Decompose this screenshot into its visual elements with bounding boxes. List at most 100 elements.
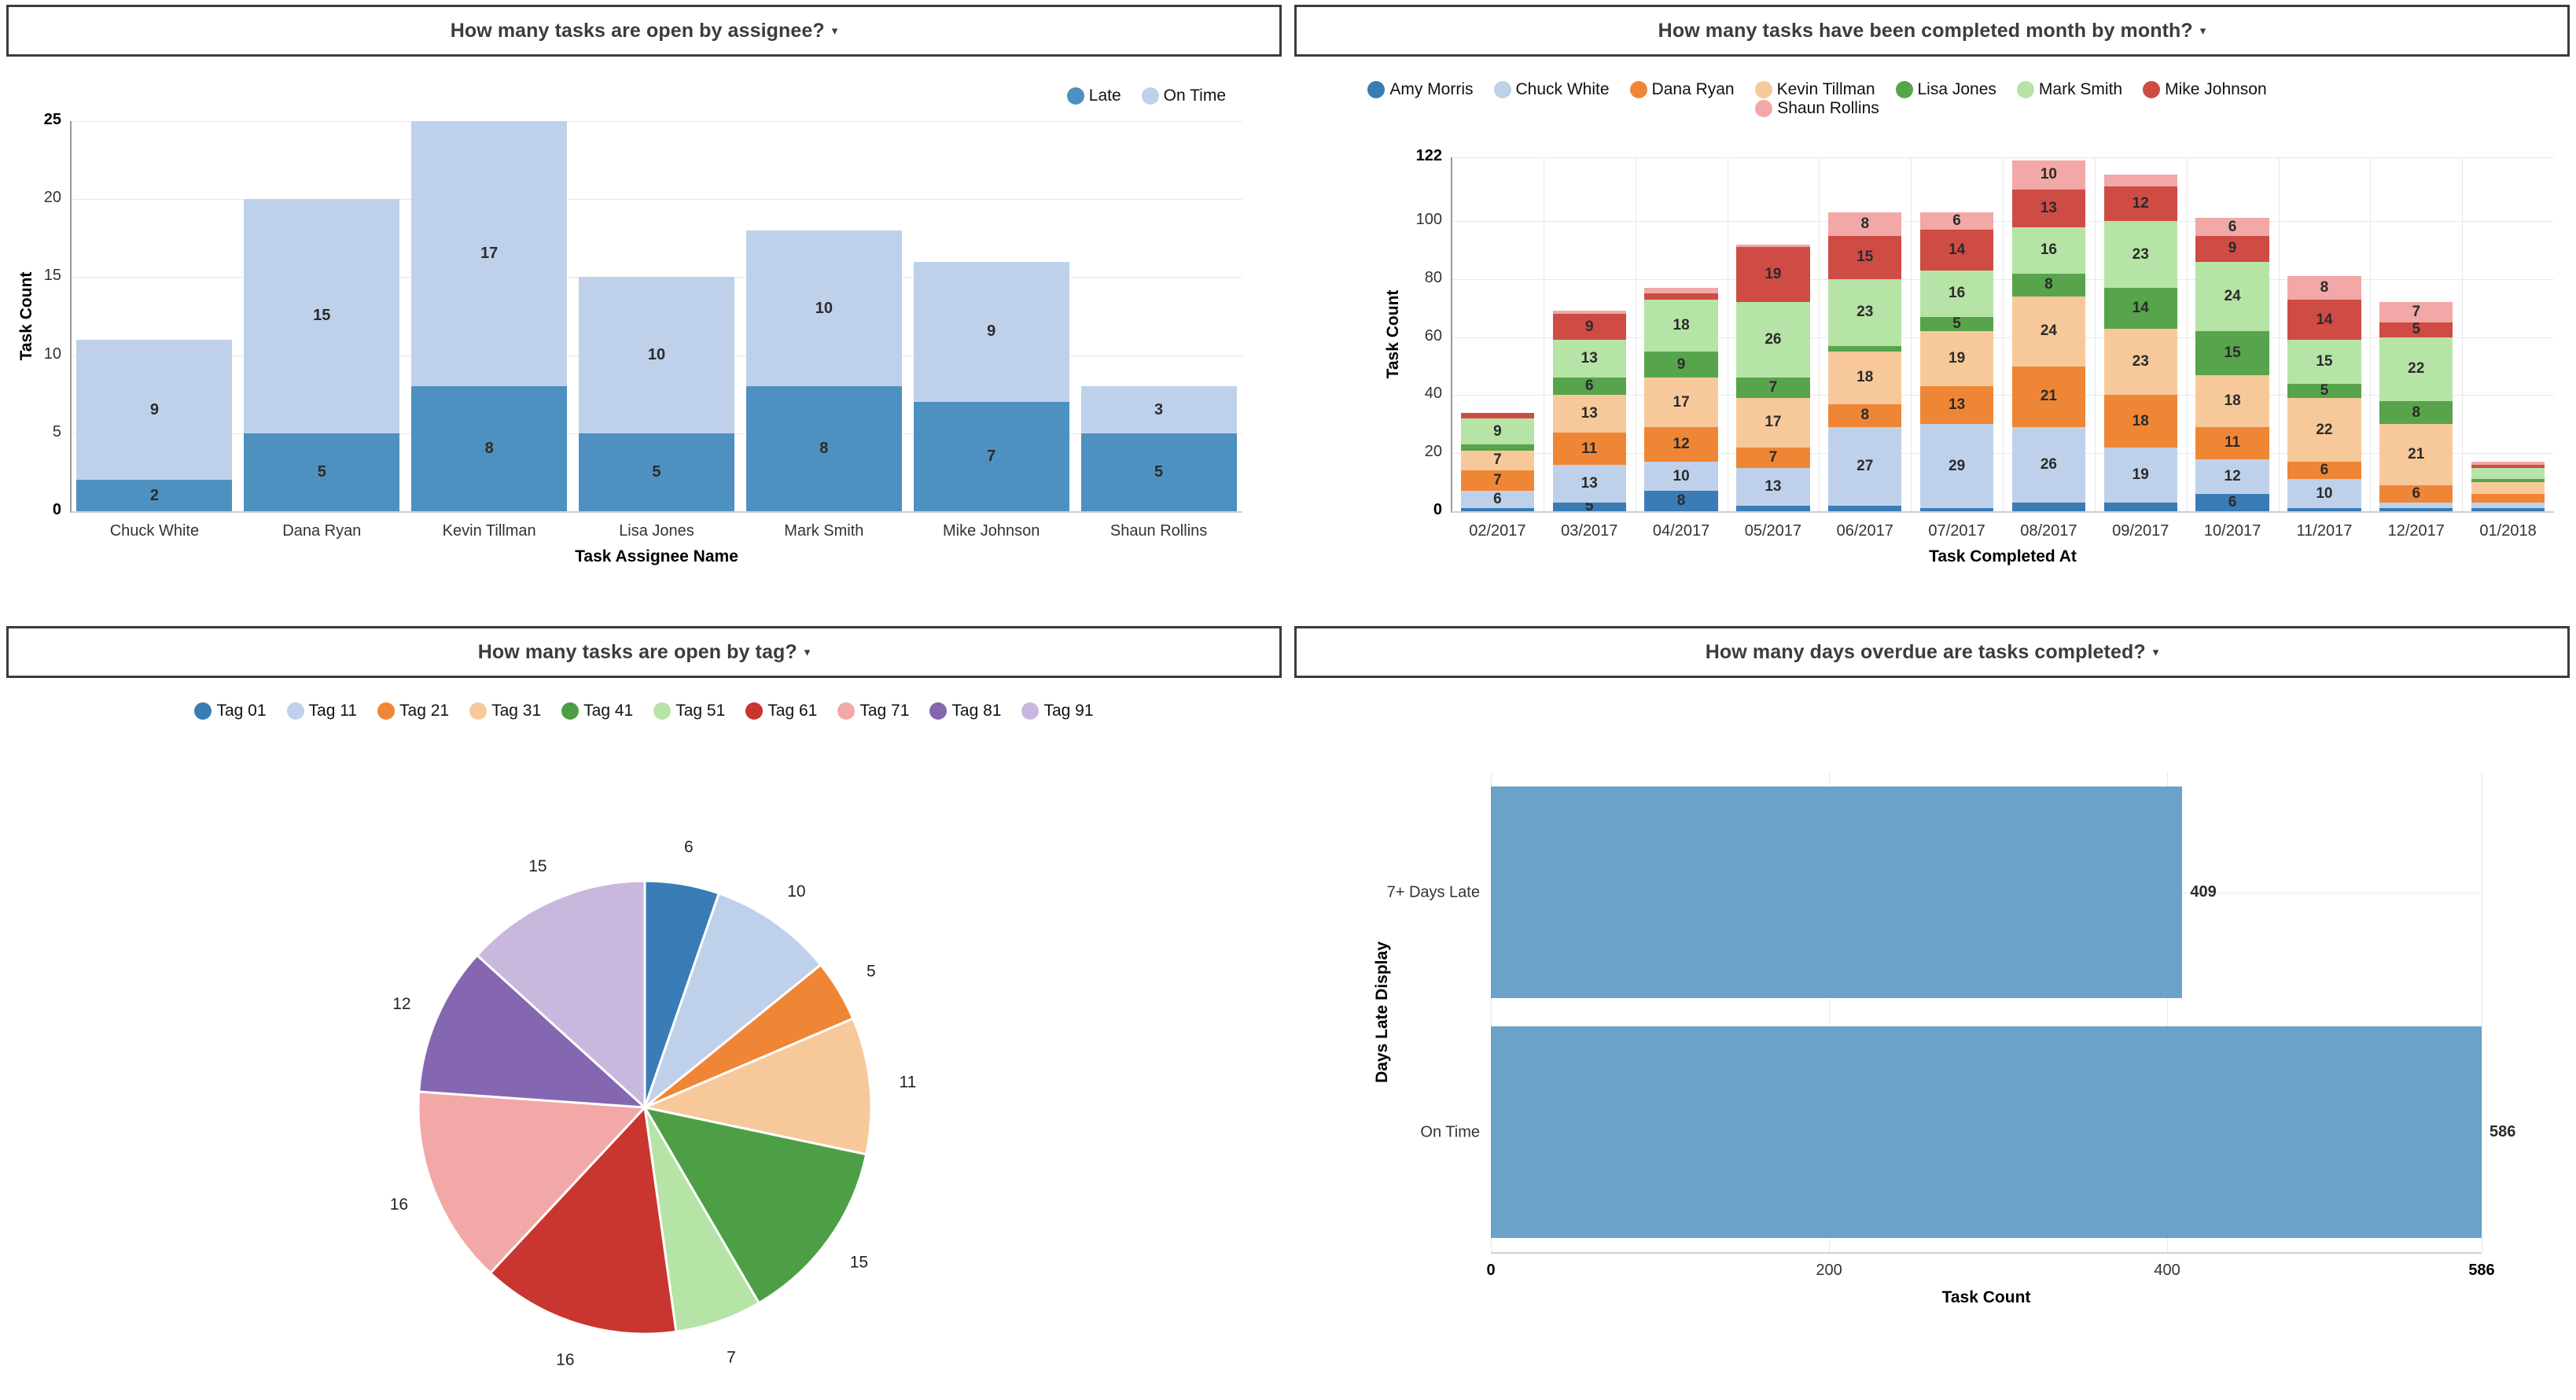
bar-segment[interactable]: 15 [2195, 331, 2269, 375]
bar-segment-late[interactable]: 7 [913, 402, 1069, 511]
bar-segment[interactable] [1460, 412, 1535, 418]
bar-segment[interactable]: 8 [2287, 276, 2361, 300]
bar-segment[interactable]: 10 [1644, 462, 1718, 492]
bar-segment[interactable]: 5 [1919, 316, 1994, 332]
bar-segment[interactable]: 16 [2011, 227, 2086, 274]
bar-segment[interactable]: 23 [2103, 221, 2177, 288]
bar-segment[interactable] [2379, 502, 2453, 509]
bar-segment[interactable]: 7 [1460, 470, 1535, 492]
bar-segment[interactable]: 18 [1644, 299, 1718, 352]
bar-segment-late[interactable]: 8 [411, 386, 568, 511]
bar-segment[interactable] [2471, 502, 2545, 509]
bar-segment[interactable]: 5 [1552, 502, 1626, 511]
bar-segment[interactable]: 12 [2195, 459, 2269, 494]
bar-segment[interactable] [2379, 508, 2453, 511]
bar-segment[interactable]: 21 [2379, 424, 2453, 485]
bar-segment[interactable]: 6 [2379, 484, 2453, 503]
bar-segment[interactable] [2471, 467, 2545, 480]
bar-segment-ontime[interactable]: 9 [76, 339, 233, 481]
bar-segment[interactable] [1736, 244, 1810, 248]
chevron-down-icon[interactable]: ▾ [804, 647, 811, 658]
bar-segment-ontime[interactable]: 3 [1080, 386, 1237, 433]
panel-header-assignee[interactable]: How many tasks are open by assignee? ▾ [6, 5, 1282, 57]
bar-segment[interactable]: 18 [1828, 352, 1902, 404]
bar-segment[interactable]: 13 [1552, 340, 1626, 378]
bar-segment-late[interactable]: 8 [745, 386, 902, 511]
bar-segment-ontime[interactable]: 10 [745, 230, 902, 387]
bar-segment[interactable]: 8 [1828, 403, 1902, 428]
bar-segment[interactable]: 13 [1736, 467, 1810, 506]
bar-segment[interactable]: 8 [1828, 212, 1902, 236]
bar-segment[interactable]: 26 [1736, 302, 1810, 378]
bar-segment[interactable]: 6 [1552, 378, 1626, 396]
panel-header-overdue[interactable]: How many days overdue are tasks complete… [1294, 626, 2570, 678]
bar-segment[interactable] [2011, 502, 2086, 511]
bar-segment[interactable]: 9 [1644, 352, 1718, 378]
bar-segment[interactable]: 10 [2287, 479, 2361, 509]
bar-segment[interactable]: 22 [2379, 337, 2453, 401]
bar-segment[interactable]: 5 [2379, 322, 2453, 337]
bar-segment-ontime[interactable]: 10 [579, 277, 734, 433]
bar-segment[interactable]: 12 [2103, 186, 2177, 222]
bar-segment[interactable]: 15 [1828, 235, 1902, 279]
bar-segment[interactable]: 7 [1460, 450, 1535, 471]
bar-segment[interactable]: 27 [1828, 427, 1902, 506]
bar-segment[interactable]: 13 [1919, 386, 1994, 425]
chevron-down-icon[interactable]: ▾ [832, 25, 838, 37]
bar-segment-late[interactable]: 5 [1080, 433, 1237, 511]
bar-segment[interactable] [1460, 508, 1535, 511]
bar-segment[interactable]: 14 [1919, 230, 1994, 271]
bar-segment[interactable]: 6 [1460, 491, 1535, 509]
bar-segment[interactable]: 5 [2287, 383, 2361, 399]
bar-segment[interactable] [2103, 175, 2177, 186]
bar-segment[interactable]: 17 [1736, 398, 1810, 448]
bar-segment[interactable]: 9 [1552, 314, 1626, 341]
bar-segment[interactable] [1644, 287, 1718, 294]
bar-segment-late[interactable]: 5 [579, 433, 734, 511]
bar-segment-late[interactable]: 5 [244, 433, 400, 511]
panel-header-monthly[interactable]: How many tasks have been completed month… [1294, 5, 2570, 57]
bar-segment[interactable]: 26 [2011, 427, 2086, 503]
bar-segment[interactable] [1552, 311, 1626, 315]
bar-segment[interactable] [2103, 502, 2177, 511]
bar-segment[interactable]: 21 [2011, 366, 2086, 428]
bar-segment[interactable]: 6 [2195, 218, 2269, 236]
bar-segment[interactable] [2471, 482, 2545, 494]
bar-segment[interactable]: 17 [1644, 378, 1718, 428]
bar-segment-ontime[interactable]: 15 [244, 199, 400, 433]
bar-segment[interactable]: 7 [1736, 447, 1810, 468]
bar-segment[interactable]: 24 [2011, 297, 2086, 367]
horizontal-bar[interactable] [1491, 787, 2183, 998]
bar-segment[interactable] [2471, 464, 2545, 468]
bar-segment[interactable]: 9 [2195, 235, 2269, 262]
bar-segment[interactable]: 8 [1644, 491, 1718, 511]
panel-header-tags[interactable]: How many tasks are open by tag? ▾ [6, 626, 1282, 678]
bar-segment[interactable]: 7 [2379, 302, 2453, 323]
bar-segment[interactable]: 11 [2195, 427, 2269, 459]
bar-segment[interactable]: 13 [1552, 395, 1626, 433]
bar-segment[interactable] [2471, 508, 2545, 511]
bar-segment-late[interactable]: 2 [76, 480, 233, 511]
bar-segment[interactable]: 7 [1736, 378, 1810, 399]
bar-segment[interactable] [2471, 462, 2545, 465]
bar-segment-ontime[interactable]: 17 [411, 121, 568, 387]
bar-segment[interactable]: 13 [2011, 189, 2086, 227]
bar-segment[interactable]: 15 [2287, 340, 2361, 384]
bar-segment[interactable]: 23 [1828, 278, 1902, 346]
bar-segment[interactable] [1919, 508, 1994, 511]
horizontal-bar[interactable] [1491, 1026, 2482, 1238]
bar-segment[interactable]: 19 [1919, 331, 1994, 387]
bar-segment-ontime[interactable]: 9 [913, 261, 1069, 403]
bar-segment[interactable]: 10 [2011, 160, 2086, 190]
bar-segment[interactable]: 14 [2287, 299, 2361, 341]
bar-segment[interactable]: 29 [1919, 424, 1994, 509]
bar-segment[interactable]: 24 [2195, 261, 2269, 332]
bar-segment[interactable] [2287, 508, 2361, 511]
chevron-down-icon[interactable]: ▾ [2153, 647, 2159, 658]
bar-segment[interactable] [1736, 505, 1810, 511]
bar-segment[interactable] [1460, 444, 1535, 451]
bar-segment[interactable] [1644, 293, 1718, 300]
bar-segment[interactable]: 14 [2103, 287, 2177, 329]
bar-segment[interactable]: 11 [1552, 433, 1626, 465]
bar-segment[interactable]: 19 [1736, 247, 1810, 303]
